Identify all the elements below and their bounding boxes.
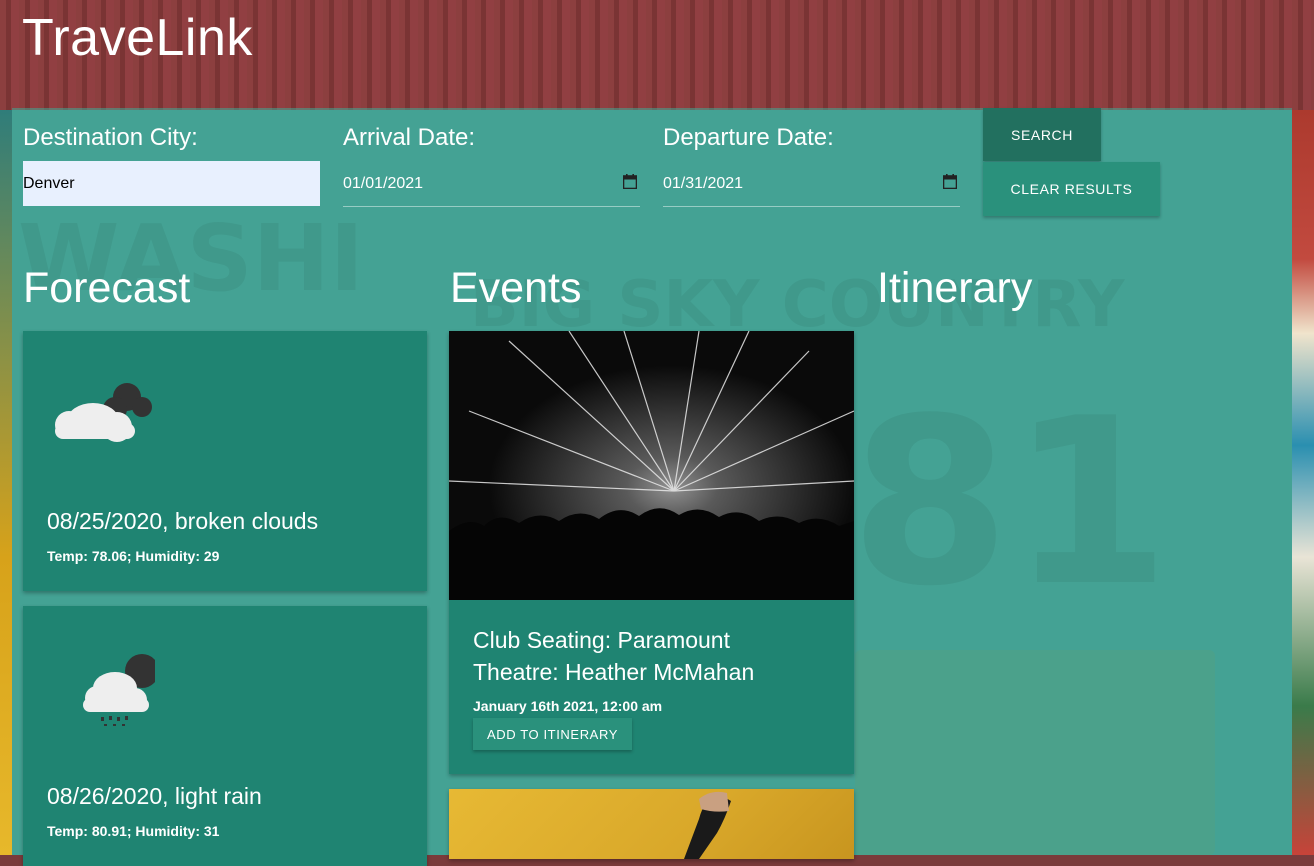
forecast-card: 08/25/2020, broken clouds Temp: 78.06; H… [23,331,427,591]
destination-input[interactable] [23,161,320,206]
app-title: TraveLink [22,9,253,67]
concert-photo [449,331,854,600]
forecast-title: 08/26/2020, light rain [47,783,262,809]
forecast-title: 08/25/2020, broken clouds [47,508,319,534]
search-button[interactable]: SEARCH [983,108,1101,161]
forecast-details: Temp: 78.06; Humidity: 29 [47,548,220,564]
event-title: Club Seating: Paramount Theatre: Heather… [473,627,755,685]
itinerary-heading: Itinerary [877,264,1033,312]
arrival-label: Arrival Date: [343,124,476,151]
event-date: January 16th 2021, 12:00 am [473,698,663,714]
event-card: Club Seating: Paramount Theatre: Heather… [449,331,854,774]
events-heading: Events [450,264,582,312]
arrival-date-input[interactable]: 01/01/2021 [343,161,640,207]
add-to-itinerary-button[interactable]: ADD TO ITINERARY [473,718,632,750]
departure-label: Departure Date: [663,124,834,151]
calendar-icon[interactable] [943,174,957,189]
destination-label: Destination City: [23,124,198,151]
forecast-card: 08/26/2020, light rain Temp: 80.91; Humi… [23,606,427,866]
departure-date-input[interactable]: 01/31/2021 [663,161,960,207]
forecast-heading: Forecast [23,264,191,312]
departure-date-value: 01/31/2021 [663,175,744,192]
clear-results-button[interactable]: CLEAR RESULTS [983,162,1160,216]
light-rain-icon [83,654,155,726]
calendar-icon[interactable] [623,174,637,189]
broken-clouds-icon [55,383,152,442]
gold-event-photo [684,791,731,859]
event-card [449,789,854,859]
forecast-details: Temp: 80.91; Humidity: 31 [47,823,220,839]
arrival-date-value: 01/01/2021 [343,175,424,192]
